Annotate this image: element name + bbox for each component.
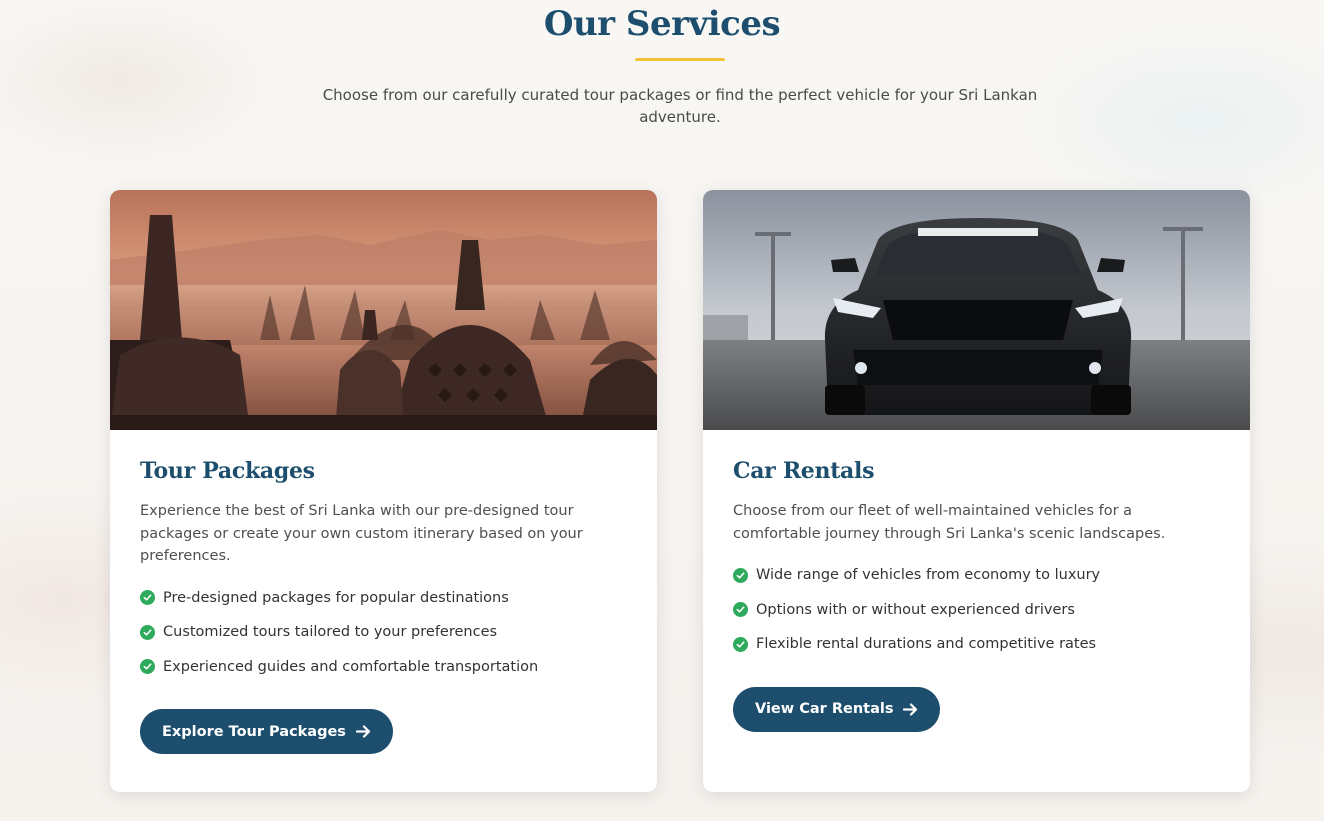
view-car-rentals-button[interactable]: View Car Rentals (733, 686, 941, 732)
card-description: Choose from our fleet of well-maintained… (733, 503, 1166, 542)
card-description: Experience the best of Sri Lanka with ou… (140, 503, 583, 564)
card-title: Car Rentals (733, 458, 875, 484)
section-subtitle: Choose from our carefully curated tour p… (322, 86, 1038, 126)
tour-packages-card: Tour Packages Experience the best of Sri… (110, 190, 657, 792)
feature-text: Customized tours tailored to your prefer… (163, 624, 498, 641)
list-item: Options with or without experienced driv… (733, 593, 1220, 628)
explore-tour-packages-button[interactable]: Explore Tour Packages (140, 709, 393, 754)
feature-text: Options with or without experienced driv… (756, 601, 1075, 618)
check-circle-icon (733, 567, 748, 583)
button-label: View Car Rentals (755, 701, 894, 717)
arrow-right-icon (355, 725, 371, 738)
tour-packages-body: Tour Packages Experience the best of Sri… (140, 458, 627, 754)
feature-text: Wide range of vehicles from economy to l… (756, 567, 1101, 584)
feature-text: Flexible rental durations and competitiv… (756, 636, 1097, 653)
feature-list: Wide range of vehicles from economy to l… (733, 558, 1220, 662)
button-label: Explore Tour Packages (162, 723, 346, 740)
car-rentals-card: Car Rentals Choose from our fleet of wel… (703, 190, 1250, 792)
card-title: Tour Packages (140, 458, 315, 484)
section-title: Our Services (543, 4, 781, 44)
feature-text: Pre-designed packages for popular destin… (163, 589, 509, 606)
tour-packages-image (110, 190, 657, 430)
check-circle-icon (140, 624, 155, 640)
check-circle-icon (140, 590, 155, 606)
services-section: Our Services Choose from our carefully c… (0, 0, 1324, 821)
feature-list: Pre-designed packages for popular destin… (140, 581, 627, 685)
list-item: Experienced guides and comfortable trans… (140, 650, 627, 685)
car-rentals-image (703, 190, 1250, 430)
check-circle-icon (733, 636, 748, 652)
list-item: Flexible rental durations and competitiv… (733, 627, 1220, 662)
arrow-right-icon (903, 702, 918, 716)
check-circle-icon (140, 659, 155, 675)
list-item: Customized tours tailored to your prefer… (140, 615, 627, 650)
list-item: Wide range of vehicles from economy to l… (733, 558, 1220, 593)
list-item: Pre-designed packages for popular destin… (140, 581, 627, 616)
check-circle-icon (733, 602, 748, 618)
car-rentals-body: Car Rentals Choose from our fleet of wel… (733, 458, 1220, 732)
feature-text: Experienced guides and comfortable trans… (163, 658, 539, 675)
title-underline (635, 58, 725, 61)
